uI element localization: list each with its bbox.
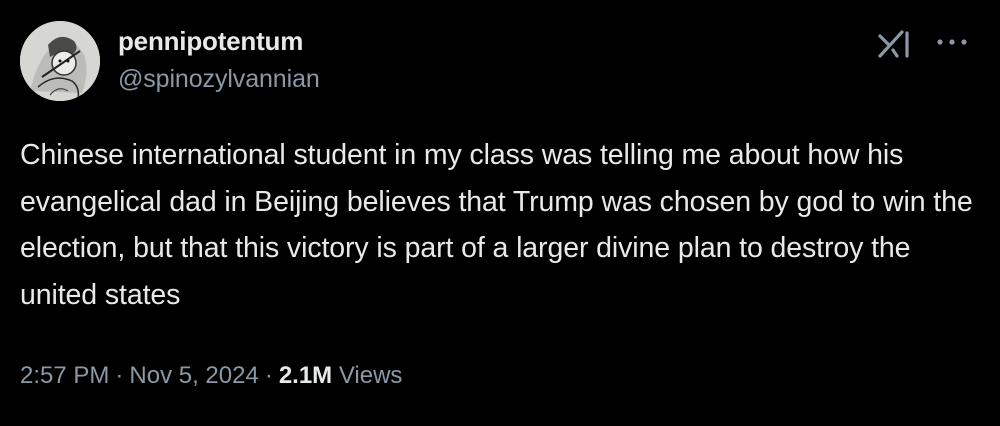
tweet-card: pennipotentum @spinozylvannian Chinese i… — [0, 0, 1000, 426]
meta-separator: · — [115, 362, 124, 389]
more-icon[interactable] — [932, 30, 972, 54]
views-count[interactable]: 2.1M — [279, 362, 332, 389]
grok-icon[interactable] — [876, 28, 914, 60]
author-handle[interactable]: @spinozylvannian — [118, 65, 320, 94]
author-display-name[interactable]: pennipotentum — [118, 26, 303, 57]
views-label[interactable]: Views — [339, 362, 403, 389]
tweet-text: Chinese international student in my clas… — [20, 139, 973, 311]
avatar-illustration-icon — [20, 21, 100, 101]
tweet-meta: 2:57 PM · Nov 5, 2024 · 2.1M Views — [20, 362, 402, 390]
meta-separator: · — [264, 362, 273, 389]
tweet-date[interactable]: Nov 5, 2024 — [129, 362, 258, 389]
avatar[interactable] — [20, 21, 100, 101]
tweet-time[interactable]: 2:57 PM — [20, 362, 109, 389]
